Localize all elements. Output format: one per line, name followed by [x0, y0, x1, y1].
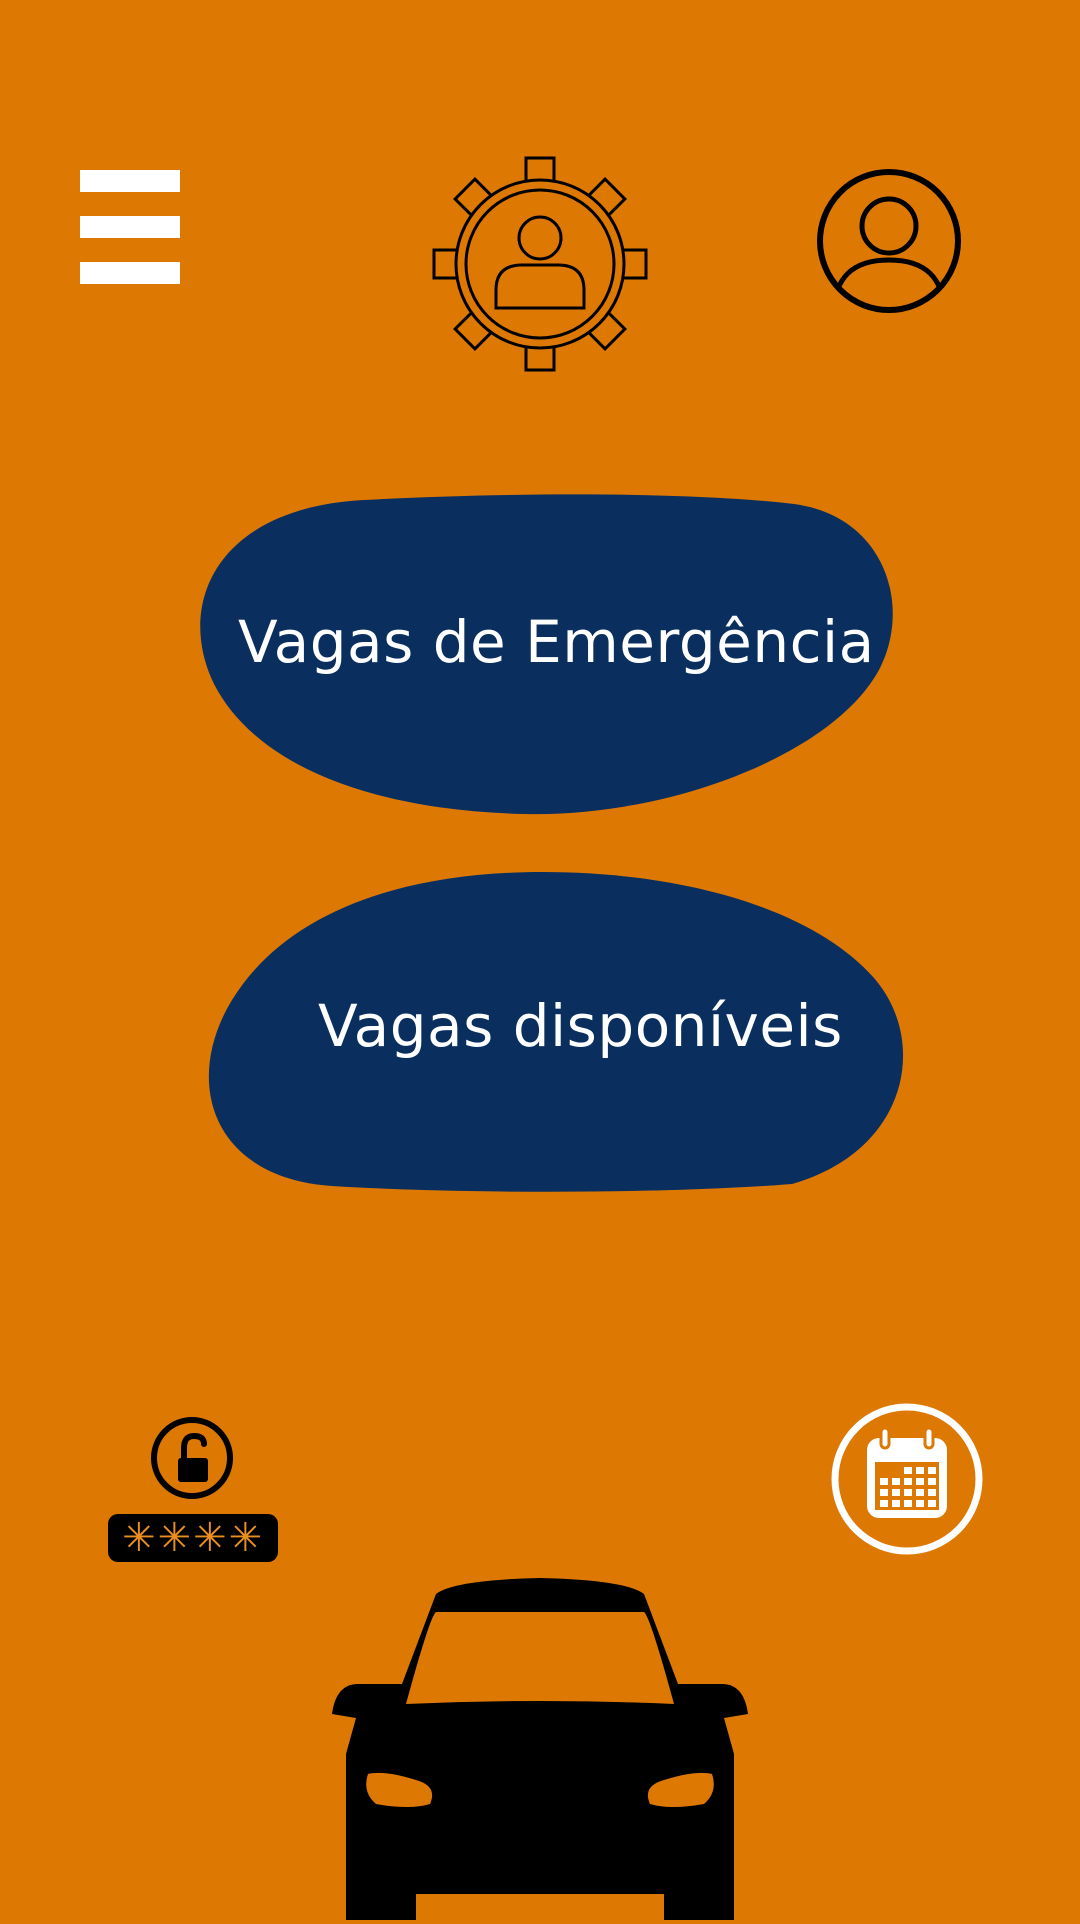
user-circle-icon [817, 169, 961, 313]
calendar-button[interactable] [830, 1402, 984, 1556]
available-spots-button[interactable]: Vagas disponíveis [202, 868, 908, 1192]
gear-user-icon [432, 156, 648, 372]
home-screen: { "colors": { "background": "#dd7803", "… [0, 0, 1080, 1920]
car-icon [324, 1574, 756, 1920]
emergency-spots-button[interactable]: Vagas de Emergência [194, 494, 898, 818]
unlocked-padlock-icon [151, 1417, 233, 1499]
menu-button[interactable] [78, 168, 182, 284]
available-spots-label: Vagas disponíveis [318, 992, 843, 1060]
user-settings-button[interactable] [430, 154, 650, 374]
profile-button[interactable] [816, 168, 962, 314]
calendar-icon [831, 1403, 983, 1555]
emergency-spots-label: Vagas de Emergência [238, 608, 875, 676]
password-lock-button[interactable]: ✳✳✳✳ [106, 1414, 280, 1564]
password-mask: ✳✳✳✳ [108, 1514, 278, 1562]
